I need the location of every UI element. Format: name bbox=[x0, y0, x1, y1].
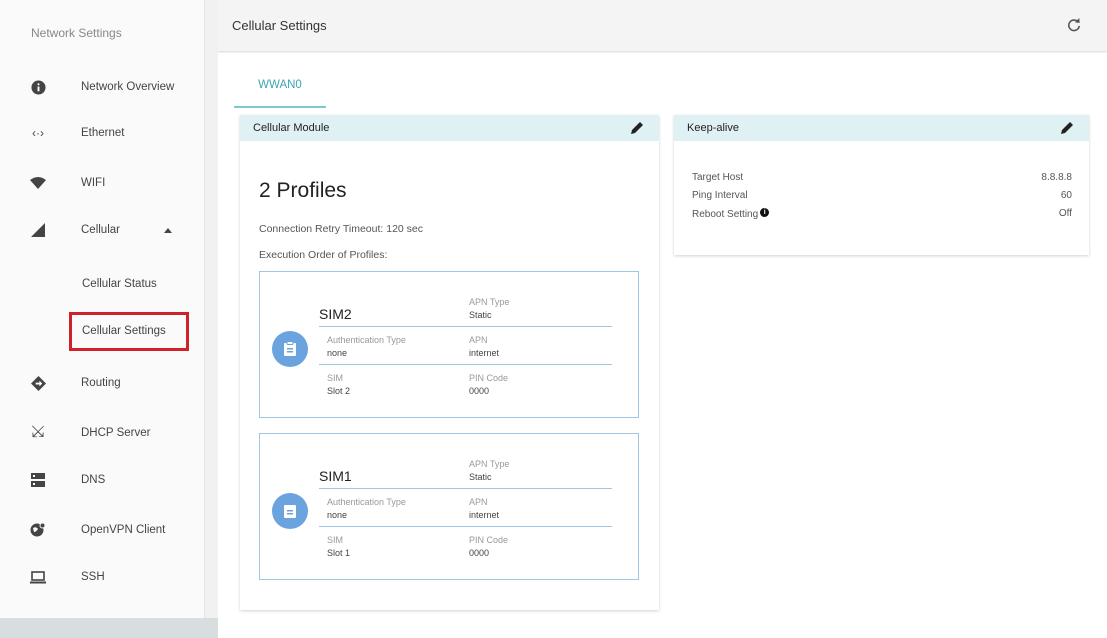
sidebar-item-label: Ethernet bbox=[81, 127, 125, 139]
tab-wwan0[interactable]: WWAN0 bbox=[234, 75, 326, 108]
apn-value: internet bbox=[469, 348, 500, 358]
divider bbox=[319, 488, 612, 489]
auth-type-label: Authentication Type bbox=[327, 497, 406, 507]
profiles-count: 2 Profiles bbox=[259, 179, 347, 202]
profile-card-sim1[interactable]: SIM1 APN Type Static Authentication Type… bbox=[259, 433, 639, 580]
pin-code-value: 0000 bbox=[469, 386, 490, 396]
main-content: WWAN0 Cellular Module 2 Profiles Connect… bbox=[218, 53, 1107, 638]
sim-value: Slot 2 bbox=[327, 386, 351, 396]
pin-code-label: PIN Code bbox=[469, 373, 509, 383]
sidebar-item-label: WIFI bbox=[81, 177, 106, 189]
dhcp-icon: ⤩ bbox=[31, 424, 45, 441]
vpn-icon bbox=[29, 521, 47, 539]
card-title: Keep-alive bbox=[687, 122, 739, 134]
profile-name: SIM2 bbox=[319, 306, 352, 322]
apn-label: APN bbox=[469, 497, 488, 507]
sidebar-item-label: DHCP Server bbox=[81, 427, 151, 439]
sidebar-item-cellular[interactable]: Cellular bbox=[0, 210, 205, 250]
sidebar-item-network-overview[interactable]: Network Overview bbox=[0, 67, 205, 107]
dns-icon bbox=[29, 471, 47, 489]
auth-type-label: Authentication Type bbox=[327, 335, 406, 345]
edit-icon[interactable] bbox=[629, 120, 645, 136]
ping-interval-label: Ping Interval bbox=[692, 190, 748, 201]
ethernet-icon: ‹·› bbox=[32, 126, 44, 140]
sidebar-item-label: Cellular bbox=[81, 224, 120, 236]
chevron-up-icon bbox=[164, 227, 172, 233]
keep-alive-row: Reboot Setting i Off bbox=[692, 208, 1072, 220]
apn-type-value: Static bbox=[469, 472, 492, 482]
sidebar-item-label: OpenVPN Client bbox=[81, 524, 166, 536]
ping-interval-value: 60 bbox=[1060, 190, 1072, 201]
retry-timeout: Connection Retry Timeout: 120 sec bbox=[259, 223, 424, 235]
card-header: Keep-alive bbox=[674, 115, 1089, 141]
info-icon bbox=[29, 78, 47, 96]
apn-type-label: APN Type bbox=[469, 297, 510, 307]
clipboard-icon bbox=[272, 331, 308, 367]
sidebar-item-label: DNS bbox=[81, 474, 106, 486]
page-header: Cellular Settings bbox=[218, 0, 1107, 52]
sidebar-item-dns[interactable]: DNS bbox=[0, 460, 205, 500]
pin-code-value: 0000 bbox=[469, 548, 490, 558]
divider bbox=[319, 326, 612, 327]
cellular-signal-icon bbox=[29, 221, 47, 239]
card-header: Cellular Module bbox=[240, 115, 659, 141]
sidebar-item-dhcp-server[interactable]: ⤩ DHCP Server bbox=[0, 413, 205, 453]
refresh-icon[interactable] bbox=[1063, 14, 1085, 36]
sidebar-item-label: SSH bbox=[81, 571, 105, 583]
sidebar-item-wifi[interactable]: WIFI bbox=[0, 163, 205, 203]
wifi-icon bbox=[29, 174, 47, 192]
auth-type-value: none bbox=[327, 510, 348, 520]
sidebar-item-ssh[interactable]: SSH bbox=[0, 557, 205, 597]
auth-type-value: none bbox=[327, 348, 348, 358]
apn-type-label: APN Type bbox=[469, 459, 510, 469]
sidebar-title: Network Settings bbox=[31, 26, 122, 40]
apn-label: APN bbox=[469, 335, 488, 345]
apn-value: internet bbox=[469, 510, 500, 520]
sidebar-item-cellular-status[interactable]: Cellular Status bbox=[0, 264, 205, 304]
sim-value: Slot 1 bbox=[327, 548, 351, 558]
target-host-value: 8.8.8.8 bbox=[1041, 172, 1072, 183]
profile-name: SIM1 bbox=[319, 468, 352, 484]
sidebar-item-openvpn-client[interactable]: OpenVPN Client bbox=[0, 510, 205, 550]
routing-icon bbox=[29, 374, 47, 392]
sidebar-item-label: Routing bbox=[81, 377, 121, 389]
profile-card-sim2[interactable]: SIM2 APN Type Static Authentication Type… bbox=[259, 271, 639, 418]
sidebar-item-label: Cellular Status bbox=[82, 278, 157, 290]
sim-label: SIM bbox=[327, 535, 344, 545]
card-title: Cellular Module bbox=[253, 122, 330, 134]
keep-alive-row: Target Host 8.8.8.8 bbox=[692, 172, 1072, 183]
reboot-setting-value: Off bbox=[1058, 208, 1072, 219]
sidebar: Network Settings Network Overview ‹·› Et… bbox=[0, 0, 205, 618]
keep-alive-row: Ping Interval 60 bbox=[692, 190, 1072, 201]
sidebar-item-ethernet[interactable]: ‹·› Ethernet bbox=[0, 113, 205, 153]
sidebar-footer bbox=[0, 618, 218, 638]
sidebar-item-label: Network Overview bbox=[81, 81, 175, 93]
pin-code-label: PIN Code bbox=[469, 535, 509, 545]
target-host-label: Target Host bbox=[692, 172, 744, 183]
sidebar-item-routing[interactable]: Routing bbox=[0, 363, 205, 403]
ssh-icon bbox=[29, 568, 47, 586]
keep-alive-card: Keep-alive Target Host 8.8.8.8 Ping Inte… bbox=[674, 115, 1089, 255]
clipboard-icon bbox=[272, 493, 308, 529]
apn-type-value: Static bbox=[469, 310, 492, 320]
cellular-module-card: Cellular Module 2 Profiles Connection Re… bbox=[240, 115, 659, 610]
execution-order-label: Execution Order of Profiles: bbox=[259, 249, 388, 261]
info-icon[interactable]: i bbox=[760, 208, 770, 217]
page-title: Cellular Settings bbox=[232, 18, 327, 33]
edit-icon[interactable] bbox=[1059, 120, 1075, 136]
divider bbox=[319, 364, 612, 365]
sim-label: SIM bbox=[327, 373, 344, 383]
reboot-setting-label: Reboot Setting bbox=[692, 209, 759, 220]
divider bbox=[319, 526, 612, 527]
selection-highlight bbox=[69, 312, 189, 351]
